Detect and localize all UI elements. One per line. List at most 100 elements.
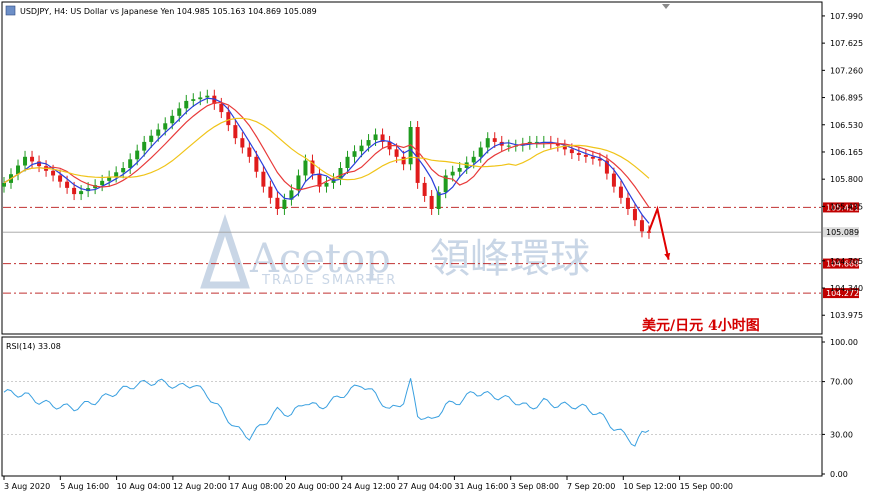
watermark-tagline: TRADE SMARTER: [261, 273, 397, 288]
candle-body: [632, 209, 637, 221]
candle-body: [23, 156, 28, 166]
time-tick-label: 3 Sep 08:00: [511, 482, 559, 491]
price-tick-label: 107.260: [830, 66, 863, 75]
candle-body: [268, 186, 273, 198]
time-tick-label: 3 Aug 2020: [4, 482, 50, 491]
time-axis: 3 Aug 2020 5 Aug 16:00 10 Aug 04:00 12 Aug …: [3, 476, 733, 491]
candle-body: [114, 172, 119, 177]
candle-body: [142, 141, 147, 151]
candle-body: [58, 175, 63, 182]
candle-body: [352, 151, 357, 157]
candle-body: [149, 135, 154, 142]
price-tick-label: 106.165: [830, 148, 863, 157]
candle-body: [128, 159, 133, 168]
candle-body: [254, 156, 259, 172]
candle-body: [373, 134, 378, 141]
candle-body: [457, 168, 462, 172]
candle-body: [296, 175, 301, 191]
candle-body: [485, 138, 490, 148]
candle-body: [100, 180, 105, 186]
candle-body: [471, 156, 476, 163]
candle-body: [282, 199, 287, 209]
candle-body: [2, 182, 6, 187]
candle-body: [366, 140, 371, 146]
price-tick-label: 107.625: [830, 39, 863, 48]
price-tick-label: 104.340: [830, 284, 863, 293]
candle-body: [198, 97, 203, 100]
time-tick-label: 24 Aug 12:00: [342, 482, 396, 491]
time-tick-label: 27 Aug 04:00: [398, 482, 452, 491]
rsi-header: RSI(14) 33.08: [6, 342, 61, 351]
candle-body: [639, 220, 644, 232]
price-tick-label: 104.705: [830, 257, 863, 266]
candle-body: [65, 181, 70, 188]
candle-body: [506, 145, 511, 147]
candle-body: [233, 125, 238, 139]
candle-body: [429, 195, 434, 209]
candle-body: [156, 129, 161, 136]
price-tick-label: 103.975: [830, 311, 863, 320]
current-price-label: 105.089: [826, 228, 859, 237]
candle-body: [205, 95, 210, 98]
candle-body: [590, 156, 595, 159]
candle-body: [394, 149, 399, 157]
pair-timeframe-label: 美元/日元 4小时图: [642, 317, 760, 334]
candle-body: [625, 197, 630, 209]
candle-body: [618, 186, 623, 198]
candle-body: [226, 112, 231, 126]
candle-body: [401, 156, 406, 165]
price-axis: 107.990 107.625 107.260 106.895 106.530 106.1…: [822, 12, 863, 320]
time-tick-label: 5 Aug 16:00: [60, 482, 109, 491]
candle-body: [569, 149, 574, 154]
candle-body: [51, 170, 56, 176]
candle-body: [450, 171, 455, 176]
candle-body: [30, 156, 35, 162]
time-tick-label: 17 Aug 08:00: [229, 482, 283, 491]
time-tick-label: 15 Sep 00:00: [680, 482, 733, 491]
rsi-tick-label: 70.00: [830, 378, 853, 387]
watermark-cn: 領峰環球: [430, 236, 590, 282]
candle-body: [240, 138, 245, 148]
price-tick-label: 107.990: [830, 12, 863, 21]
rsi-panel-frame: [1, 336, 823, 477]
candle-body: [135, 150, 140, 160]
candle-body: [415, 127, 420, 183]
time-tick-label: 10 Sep 12:00: [623, 482, 676, 491]
price-tick-label: 106.895: [830, 94, 863, 103]
candle-body: [345, 156, 350, 168]
candle-body: [191, 99, 196, 101]
candle-body: [219, 103, 224, 113]
candle-body: [163, 123, 168, 130]
candle-body: [422, 182, 427, 196]
candle-body: [79, 191, 84, 195]
time-tick-label: 10 Aug 04:00: [117, 482, 171, 491]
candle-body: [247, 147, 252, 157]
candle-body: [170, 115, 175, 124]
candle-body: [72, 187, 77, 195]
time-tick-label: 7 Sep 20:00: [567, 482, 615, 491]
candle-body: [261, 171, 266, 187]
candle-body: [303, 160, 308, 176]
candle-body: [184, 100, 189, 109]
candle-body: [478, 147, 483, 157]
time-tick-label: 20 Aug 00:00: [286, 482, 340, 491]
candle-body: [611, 173, 616, 187]
candle-body: [177, 108, 182, 116]
chart-header: USDJPY, H4: US Dollar vs Japanese Yen 10…: [20, 7, 317, 16]
rsi-tick-label: 0.00: [830, 470, 848, 479]
candle-body: [492, 138, 497, 142]
candle-body: [121, 168, 126, 173]
chart-window: Acetop 領峰環球 TRADE SMARTER USDJPY, H4: US…: [0, 0, 870, 496]
candle-body: [275, 197, 280, 209]
candle-body: [324, 182, 329, 187]
price-tick-label: 105.800: [830, 175, 863, 184]
time-tick-label: 12 Aug 20:00: [173, 482, 227, 491]
rsi-tick-label: 30.00: [830, 430, 853, 439]
price-tick-label: 105.435: [830, 202, 863, 211]
rsi-tick-label: 100.00: [830, 338, 858, 347]
candle-body: [583, 154, 588, 157]
candle-body: [359, 145, 364, 152]
candle-body: [646, 231, 651, 233]
chart-type-icon[interactable]: [5, 5, 16, 16]
time-tick-label: 31 Aug 16:00: [454, 482, 508, 491]
